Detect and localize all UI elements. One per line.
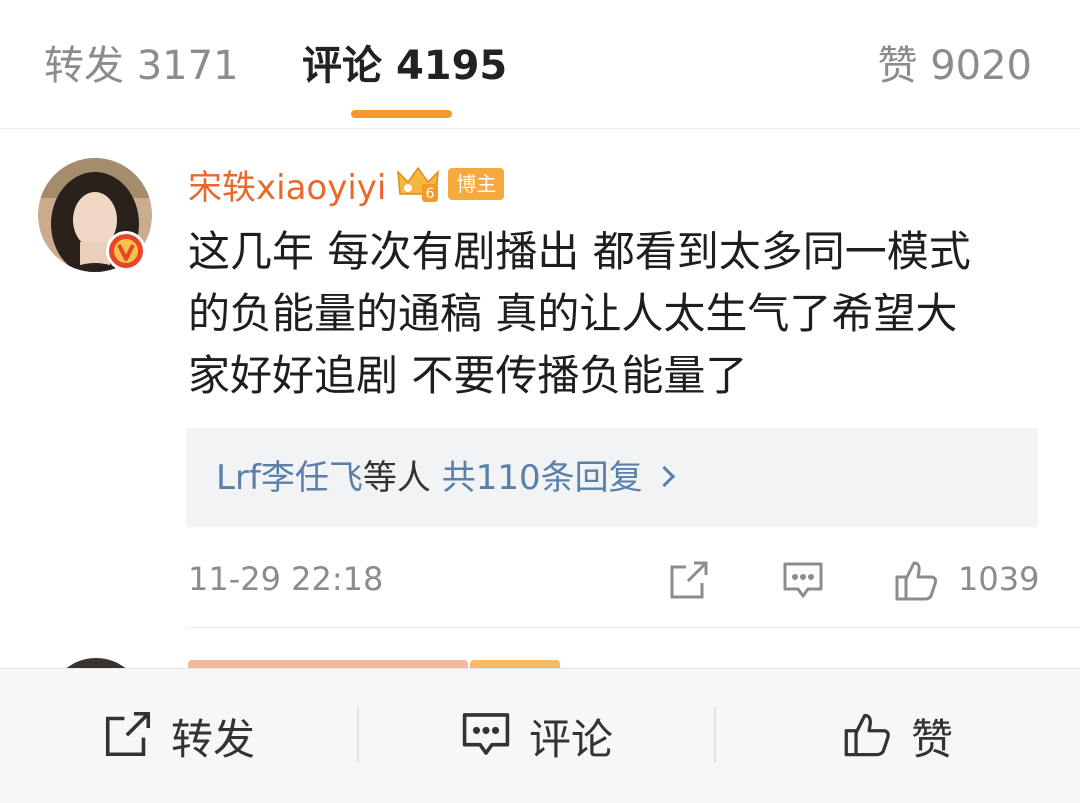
user-line: 宋轶xiaoyiyi 6 博主 [188,159,505,209]
tab-likes-label: 赞 [877,43,918,89]
comment-tabs-header: 转发 3171 评论 4195 赞 9020 [0,0,1080,129]
share-out-icon [103,709,153,763]
tab-repost-label: 转发 [44,43,124,89]
level-number: 6 [426,186,435,202]
comment-button[interactable]: 评论 [359,669,715,803]
reply-total: 共110条回复 [441,458,643,498]
comment-item: 宋轶xiaoyiyi 6 博主 这几年 每次有剧播出 都看到太多同一模式 的负能… [0,129,1080,629]
comment-button-label: 评论 [528,714,613,764]
replies-box[interactable]: Lrf李任飞等人 共110条回复 [186,428,1038,527]
share-out-icon[interactable] [668,559,710,605]
like-button-label: 赞 [910,714,953,764]
tab-comments-count: 4195 [395,43,508,89]
like-button[interactable]: 赞 [716,669,1080,803]
thumbs-up-icon [843,709,893,763]
comment-timestamp: 11-29 22:18 [188,560,384,598]
comment-like-count: 1039 [958,560,1040,598]
tab-comments[interactable]: 评论 4195 [302,36,507,96]
comment-divider [186,627,1080,628]
active-tab-indicator [351,110,452,118]
next-comment-partial [0,630,1080,670]
reply-names: Lrf李任飞 [216,458,363,498]
verified-v-icon [105,230,147,272]
reply-suffix: 等人 [362,458,431,498]
comment-text: 这几年 每次有剧播出 都看到太多同一模式 的负能量的通稿 真的让人太生气了希望大… [188,221,1048,407]
thumbs-up-icon[interactable] [894,557,940,607]
repost-button-label: 转发 [170,714,255,764]
tab-repost[interactable]: 转发 3171 [44,36,239,96]
comment-bubble-icon [461,709,511,763]
comment-text-line: 这几年 每次有剧播出 都看到太多同一模式 [188,227,971,276]
tab-likes[interactable]: 赞 9020 [877,36,1032,96]
bottom-action-bar: 转发 评论 赞 [0,668,1080,803]
replies-link[interactable]: Lrf李任飞等人 共110条回复 [216,448,675,508]
comment-bubble-icon[interactable] [782,559,824,605]
comment-text-line: 家好好追剧 不要传播负能量了 [188,351,748,400]
tab-likes-count: 9020 [930,43,1032,89]
tab-comments-label: 评论 [302,43,382,89]
crown-level-icon: 6 [396,164,440,204]
chevron-right-icon [653,465,675,488]
tab-repost-count: 3171 [136,43,239,89]
username[interactable]: 宋轶xiaoyiyi [188,160,386,209]
role-badge: 博主 [448,168,505,200]
comment-text-line: 的负能量的通稿 真的让人太生气了希望大 [188,289,958,338]
repost-button[interactable]: 转发 [0,669,358,803]
